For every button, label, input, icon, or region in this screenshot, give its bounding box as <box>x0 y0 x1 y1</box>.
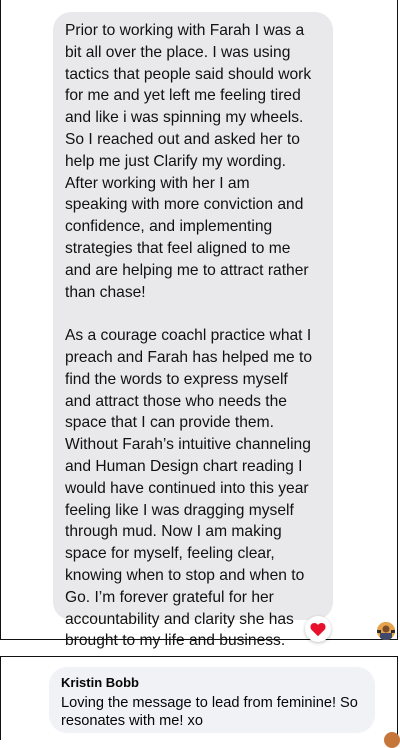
heart-icon <box>310 622 326 636</box>
avatar-image <box>377 622 395 640</box>
message-text: Prior to working with Farah I was a bit … <box>65 20 327 652</box>
message-bubble[interactable]: Prior to working with Farah I was a bit … <box>53 12 333 649</box>
comment-text: Loving the message to lead from feminine… <box>61 695 358 729</box>
heart-reaction[interactable] <box>305 616 331 642</box>
message-paragraph-1: Prior to working with Farah I was a bit … <box>65 22 312 301</box>
message-paragraph-2: As a courage coachl practice what I prea… <box>65 327 313 650</box>
avatar[interactable] <box>377 622 395 640</box>
message-card: Prior to working with Farah I was a bit … <box>0 0 398 649</box>
comment-bubble[interactable]: Kristin Bobb Loving the message to lead … <box>49 667 375 733</box>
comment-author[interactable]: Kristin Bobb <box>61 675 139 690</box>
comment-card: Kristin Bobb Loving the message to lead … <box>0 656 398 740</box>
avatar[interactable] <box>384 732 400 748</box>
